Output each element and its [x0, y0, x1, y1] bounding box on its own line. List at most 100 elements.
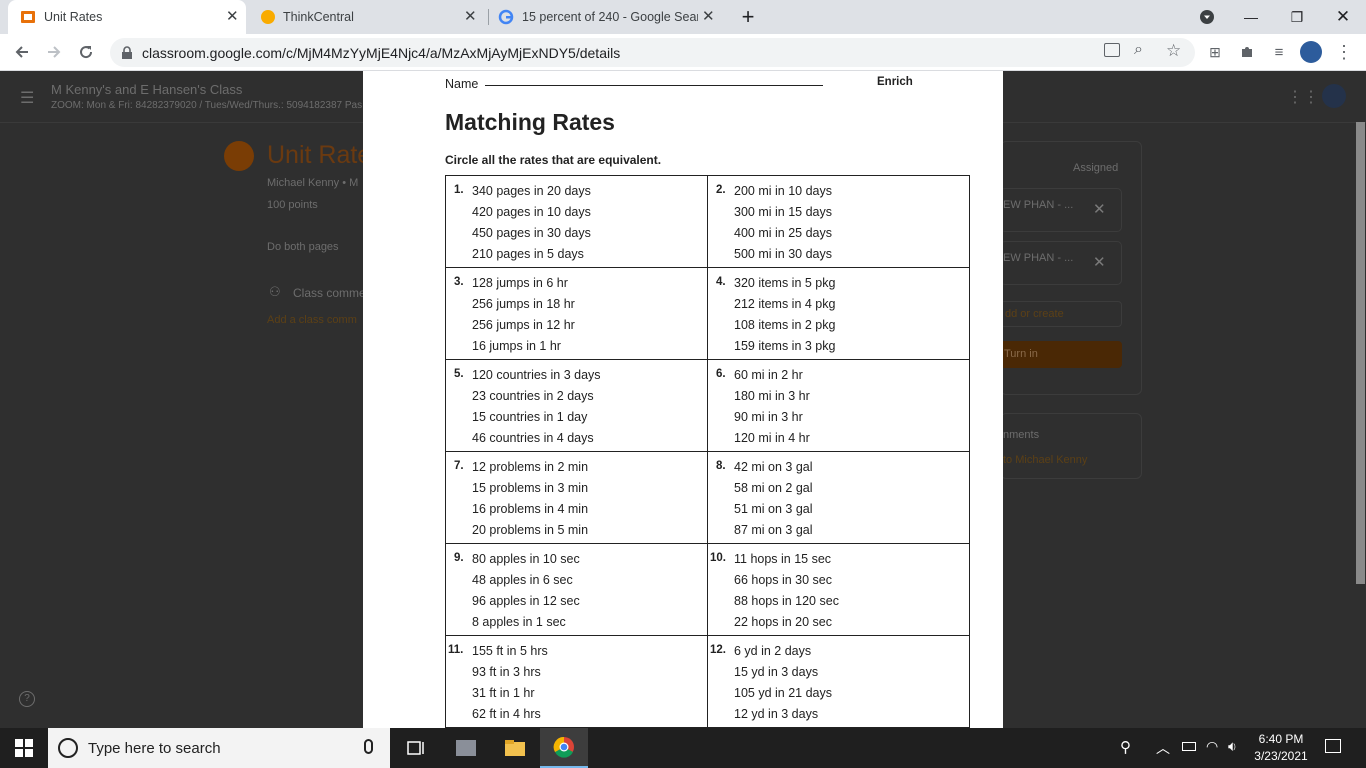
- rate-option[interactable]: 128 jumps in 6 hr: [472, 273, 707, 294]
- rate-option[interactable]: 120 countries in 3 days: [472, 365, 707, 386]
- rate-option[interactable]: 15 countries in 1 day: [472, 407, 707, 428]
- rate-option[interactable]: 200 mi in 10 days: [734, 181, 969, 202]
- rate-option[interactable]: 105 yd in 21 days: [734, 683, 969, 704]
- restore-button[interactable]: ❐: [1274, 0, 1320, 34]
- rate-option[interactable]: 340 pages in 20 days: [472, 181, 707, 202]
- rate-option[interactable]: 450 pages in 30 days: [472, 223, 707, 244]
- rate-option[interactable]: 8 apples in 1 sec: [472, 612, 707, 633]
- rate-option[interactable]: 42 mi on 3 gal: [734, 457, 969, 478]
- tab-search-button[interactable]: [1184, 0, 1230, 34]
- profile-avatar[interactable]: [1299, 40, 1323, 64]
- rate-option[interactable]: 16 jumps in 1 hr: [472, 336, 707, 357]
- rate-option[interactable]: 46 countries in 4 days: [472, 428, 707, 449]
- volume-icon[interactable]: 🔉︎: [1228, 738, 1237, 755]
- rate-option[interactable]: 60 mi in 2 hr: [734, 365, 969, 386]
- rate-option[interactable]: 80 apples in 10 sec: [472, 549, 707, 570]
- rate-option[interactable]: 12 yd in 3 days: [734, 704, 969, 725]
- notifications-icon[interactable]: [1325, 739, 1341, 753]
- rate-option[interactable]: 256 jumps in 12 hr: [472, 315, 707, 336]
- rate-option[interactable]: 22 hops in 20 sec: [734, 612, 969, 633]
- system-clock[interactable]: 6:40 PM 3/23/2021: [1246, 731, 1316, 765]
- rate-option[interactable]: 300 mi in 15 days: [734, 202, 969, 223]
- rate-option[interactable]: 6 yd in 2 days: [734, 641, 969, 662]
- extensions-puzzle-icon[interactable]: [1235, 40, 1259, 64]
- media-control-icon[interactable]: ≡: [1267, 40, 1291, 64]
- rate-option[interactable]: 62 ft in 4 hrs: [472, 704, 707, 725]
- turn-in-button[interactable]: Turn in: [1000, 341, 1122, 368]
- rate-option[interactable]: 58 mi on 2 gal: [734, 478, 969, 499]
- rate-option[interactable]: 11 hops in 15 sec: [734, 549, 969, 570]
- tab-google-search[interactable]: 15 percent of 240 - Google Searc ✕: [490, 0, 728, 34]
- add-private-comment-link[interactable]: to Michael Kenny: [1003, 454, 1087, 466]
- rate-option[interactable]: 500 mi in 30 days: [734, 244, 969, 265]
- google-apps-icon[interactable]: ⋮⋮: [1287, 87, 1319, 107]
- rate-option[interactable]: 210 pages in 5 days: [472, 244, 707, 265]
- add-class-comment-link[interactable]: Add a class comm: [267, 314, 357, 326]
- rate-option[interactable]: 87 mi on 3 gal: [734, 520, 969, 541]
- rate-option[interactable]: 90 mi in 3 hr: [734, 407, 969, 428]
- reload-button[interactable]: [74, 40, 98, 64]
- apps-extension-icon[interactable]: ⊞: [1203, 40, 1227, 64]
- rate-option[interactable]: 180 mi in 3 hr: [734, 386, 969, 407]
- taskbar-app-file-explorer[interactable]: [491, 728, 539, 768]
- class-name[interactable]: M Kenny's and E Hansen's Class: [51, 82, 242, 97]
- rate-option[interactable]: 31 ft in 1 hr: [472, 683, 707, 704]
- worksheet-viewer[interactable]: Name Enrich Matching Rates Circle all th…: [363, 71, 1003, 728]
- rate-option[interactable]: 15 yd in 3 days: [734, 662, 969, 683]
- rate-option[interactable]: 20 problems in 5 min: [472, 520, 707, 541]
- forward-button[interactable]: [42, 40, 66, 64]
- microphone-icon[interactable]: [364, 739, 373, 754]
- attachment-card[interactable]: EW PHAN - ... ✕: [1000, 188, 1122, 232]
- wifi-icon[interactable]: ◠: [1206, 738, 1218, 755]
- address-bar[interactable]: classroom.google.com/c/MjM4MzYyMjE4Njc4/…: [110, 38, 1195, 67]
- account-avatar[interactable]: [1322, 84, 1346, 108]
- close-tab-icon[interactable]: ✕: [702, 7, 715, 25]
- rate-option[interactable]: 88 hops in 120 sec: [734, 591, 969, 612]
- cast-icon[interactable]: [1104, 43, 1120, 57]
- rate-option[interactable]: 108 items in 2 pkg: [734, 315, 969, 336]
- rate-option[interactable]: 420 pages in 10 days: [472, 202, 707, 223]
- remove-attachment-icon[interactable]: ✕: [1093, 253, 1106, 271]
- chrome-menu-icon[interactable]: ⋮: [1332, 40, 1356, 64]
- tab-thinkcentral[interactable]: ThinkCentral ✕: [250, 0, 486, 34]
- rate-option[interactable]: 159 items in 3 pkg: [734, 336, 969, 357]
- taskbar-app-photos[interactable]: [442, 728, 490, 768]
- remove-attachment-icon[interactable]: ✕: [1093, 200, 1106, 218]
- rate-option[interactable]: 155 ft in 5 hrs: [472, 641, 707, 662]
- taskbar-app-chrome[interactable]: [540, 728, 588, 768]
- people-tray-icon[interactable]: ⚲: [1120, 738, 1131, 756]
- minimize-button[interactable]: —: [1228, 0, 1274, 34]
- task-view-button[interactable]: [392, 728, 440, 768]
- rate-option[interactable]: 66 hops in 30 sec: [734, 570, 969, 591]
- start-button[interactable]: [0, 728, 48, 768]
- add-or-create-button[interactable]: dd or create: [1000, 301, 1122, 327]
- close-tab-icon[interactable]: ✕: [464, 7, 477, 25]
- rate-option[interactable]: 93 ft in 3 hrs: [472, 662, 707, 683]
- rate-option[interactable]: 12 problems in 2 min: [472, 457, 707, 478]
- rate-option[interactable]: 400 mi in 25 days: [734, 223, 969, 244]
- rate-option[interactable]: 15 problems in 3 min: [472, 478, 707, 499]
- close-tab-icon[interactable]: ✕: [226, 7, 239, 25]
- rate-option[interactable]: 212 items in 4 pkg: [734, 294, 969, 315]
- new-tab-button[interactable]: +: [725, 0, 771, 34]
- attachment-card[interactable]: EW PHAN - ... ✕: [1000, 241, 1122, 285]
- rate-option[interactable]: 48 apples in 6 sec: [472, 570, 707, 591]
- bookmark-star-icon[interactable]: ☆: [1166, 41, 1181, 61]
- hamburger-menu-icon[interactable]: ☰: [20, 88, 34, 108]
- back-button[interactable]: [10, 40, 34, 64]
- rate-option[interactable]: 120 mi in 4 hr: [734, 428, 969, 449]
- zoom-icon[interactable]: ⌕: [1134, 41, 1143, 59]
- page-scrollbar[interactable]: [1356, 122, 1365, 584]
- rate-option[interactable]: 256 jumps in 18 hr: [472, 294, 707, 315]
- taskbar-search-box[interactable]: Type here to search: [48, 728, 390, 768]
- rate-option[interactable]: 51 mi on 3 gal: [734, 499, 969, 520]
- rate-option[interactable]: 320 items in 5 pkg: [734, 273, 969, 294]
- rate-option[interactable]: 16 problems in 4 min: [472, 499, 707, 520]
- close-window-button[interactable]: ✕: [1320, 0, 1366, 34]
- rate-option[interactable]: 96 apples in 12 sec: [472, 591, 707, 612]
- battery-icon[interactable]: [1182, 742, 1196, 751]
- show-hidden-icons-icon[interactable]: ︿: [1156, 738, 1170, 758]
- tab-unit-rates[interactable]: Unit Rates ✕: [8, 0, 246, 34]
- help-icon[interactable]: ?: [19, 691, 35, 707]
- rate-option[interactable]: 23 countries in 2 days: [472, 386, 707, 407]
